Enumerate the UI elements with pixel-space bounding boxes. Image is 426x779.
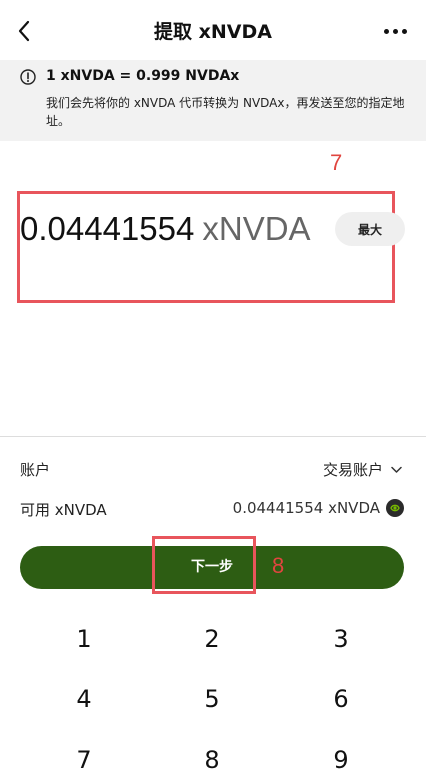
conversion-info-banner: 1 xNVDA = 0.999 NVDAx 我们会先将你的 xNVDA 代币转换… <box>0 60 426 141</box>
amount-unit: xNVDA <box>202 210 311 247</box>
amount-input[interactable]: 0.04441554 xNVDA <box>20 210 311 248</box>
amount-value: 0.04441554 <box>20 210 195 247</box>
section-divider <box>0 436 426 437</box>
more-dots-icon <box>383 28 389 34</box>
exchange-rate-text: 1 xNVDA = 0.999 NVDAx <box>46 68 240 84</box>
chevron-down-icon <box>391 466 402 473</box>
keypad-key-9[interactable]: 9 <box>270 731 412 779</box>
info-icon <box>20 69 36 85</box>
annotation-marker-8: 8 <box>272 553 285 578</box>
keypad-key-3[interactable]: 3 <box>270 610 412 668</box>
account-selector[interactable]: 交易账户 <box>323 459 402 480</box>
account-value: 交易账户 <box>322 461 383 479</box>
page-title: 提取 xNVDA <box>154 21 272 43</box>
keypad-key-4[interactable]: 4 <box>13 670 155 728</box>
available-label: 可用 xNVDA <box>20 501 107 519</box>
keypad-key-1[interactable]: 1 <box>13 610 155 668</box>
keypad-key-5[interactable]: 5 <box>141 670 283 728</box>
keypad-key-2[interactable]: 2 <box>141 610 283 668</box>
available-value: 0.04441554 xNVDA <box>232 499 380 517</box>
max-button[interactable]: 最大 <box>335 212 405 246</box>
conversion-description: 我们会先将你的 xNVDA 代币转换为 NVDAx，再发送至您的指定地址。 <box>46 96 405 128</box>
next-button-highlight-box <box>152 536 256 594</box>
account-label: 账户 <box>20 461 51 479</box>
keypad-key-8[interactable]: 8 <box>141 731 283 779</box>
keypad-key-6[interactable]: 6 <box>270 670 412 728</box>
app-header: 提取 xNVDA <box>0 0 426 60</box>
keypad-key-7[interactable]: 7 <box>13 731 155 779</box>
annotation-marker-7: 7 <box>330 150 343 175</box>
more-options-button[interactable] <box>378 18 412 44</box>
nvidia-token-icon <box>386 499 404 517</box>
available-balance: 0.04441554 xNVDA <box>233 499 404 517</box>
